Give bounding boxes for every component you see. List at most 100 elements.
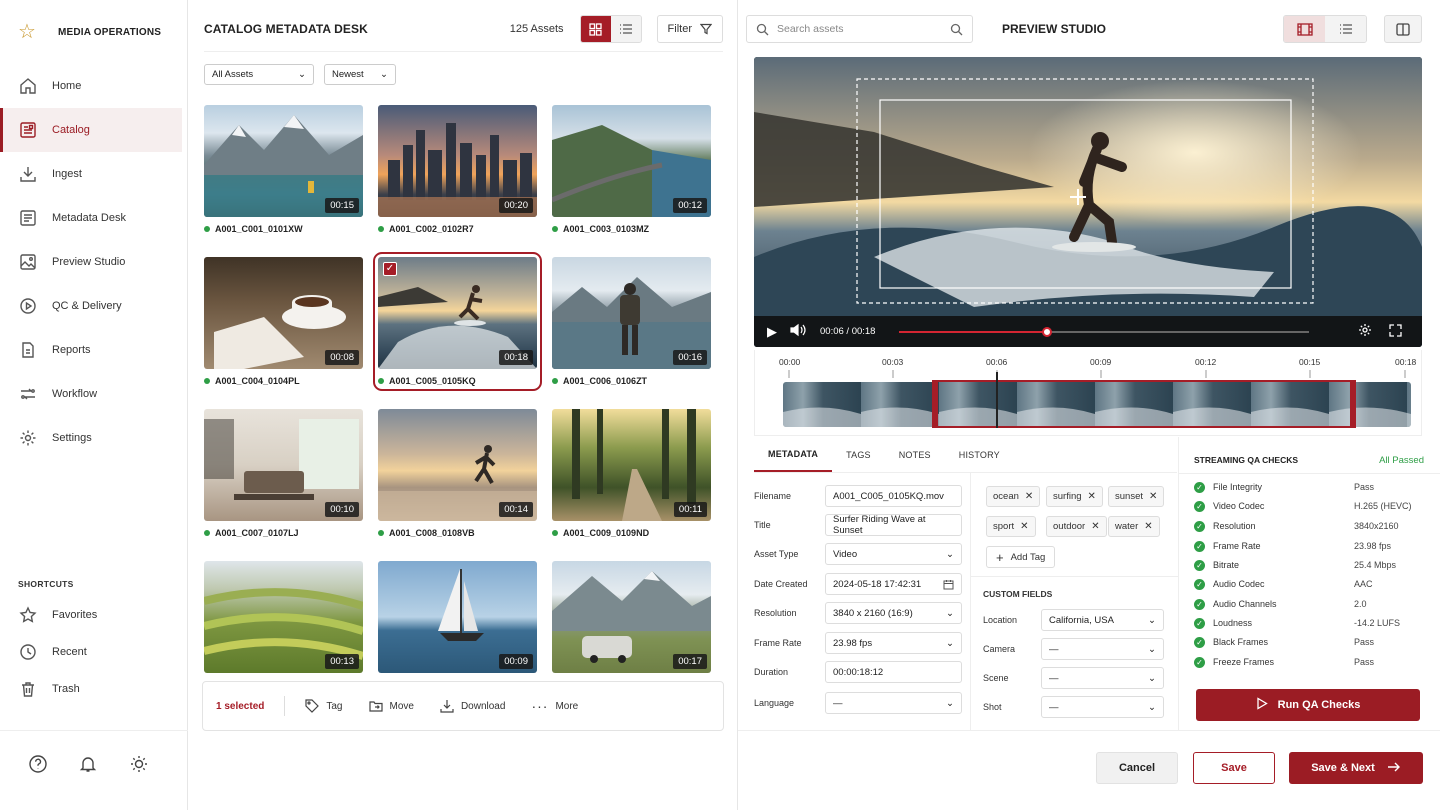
filename-input[interactable]: A001_C005_0105KQ.mov bbox=[825, 485, 962, 507]
check-circle-icon: ✓ bbox=[1194, 481, 1205, 493]
camera-select[interactable]: — ⌄ bbox=[1041, 638, 1164, 660]
trim-handle-right[interactable] bbox=[1350, 380, 1356, 428]
duration-input[interactable]: 00:00:18:12 bbox=[825, 661, 962, 683]
asset-card-selected[interactable]: ✓ 00:18 A001_C005_0105KQ bbox=[373, 252, 542, 391]
move-button[interactable]: Move bbox=[368, 699, 414, 713]
filmstrip-view-button[interactable] bbox=[1284, 16, 1325, 42]
sidebar-item-reports[interactable]: Reports bbox=[0, 328, 188, 372]
qa-check-name: Audio Codec bbox=[1213, 579, 1265, 589]
field-value: California, USA bbox=[1049, 614, 1114, 626]
gear-icon bbox=[18, 428, 38, 448]
progress-bar[interactable] bbox=[899, 326, 1310, 337]
shortcut-favorites[interactable]: Favorites bbox=[0, 596, 188, 633]
asset-card[interactable]: 00:09 bbox=[378, 561, 537, 673]
close-icon[interactable]: ✕ bbox=[1088, 491, 1096, 502]
playhead[interactable] bbox=[996, 372, 998, 428]
asset-card[interactable]: 00:10 A001_C007_0107LJ bbox=[204, 409, 363, 538]
location-select[interactable]: California, USA ⌄ bbox=[1041, 609, 1164, 631]
list-view-button[interactable] bbox=[610, 16, 641, 42]
checkbox-checked[interactable]: ✓ bbox=[383, 262, 397, 276]
tab-history[interactable]: HISTORY bbox=[945, 437, 1014, 472]
add-tag-button[interactable]: + Add Tag bbox=[986, 546, 1056, 568]
sidebar-item-settings[interactable]: Settings bbox=[0, 416, 188, 460]
language-select[interactable]: — ⌄ bbox=[825, 692, 962, 714]
asset-card[interactable]: 00:20 A001_C002_0102R7 bbox=[378, 105, 537, 234]
timeline-tick: 00:15 bbox=[1299, 357, 1321, 367]
grid-view-button[interactable] bbox=[580, 16, 611, 42]
sidebar-item-catalog[interactable]: Catalog bbox=[0, 108, 182, 152]
video-player[interactable]: ▶ 00:06 / 00:18 bbox=[754, 57, 1422, 347]
help-icon[interactable] bbox=[27, 753, 49, 775]
close-icon[interactable]: ✕ bbox=[1144, 521, 1152, 532]
filter-button[interactable]: Filter bbox=[656, 15, 723, 43]
search-input[interactable] bbox=[777, 23, 942, 35]
qa-check-result: Pass bbox=[1354, 657, 1375, 667]
asset-card[interactable]: 00:11 A001_C009_0109ND bbox=[552, 409, 711, 538]
scene-select[interactable]: — ⌄ bbox=[1041, 667, 1164, 689]
field-value: — bbox=[1049, 643, 1059, 655]
asset-card[interactable]: 00:14 A001_C008_0108VB bbox=[378, 409, 537, 538]
save-button[interactable]: Save bbox=[1193, 752, 1275, 784]
catalog-header: CATALOG METADATA DESK 125 Assets Filter bbox=[204, 15, 723, 43]
bell-icon[interactable] bbox=[77, 753, 99, 775]
sort-dropdown[interactable]: Newest ⌄ bbox=[324, 64, 396, 85]
sun-icon[interactable] bbox=[128, 753, 150, 775]
tab-notes[interactable]: NOTES bbox=[885, 437, 945, 472]
asset-type-select[interactable]: Video ⌄ bbox=[825, 543, 962, 565]
asset-name: A001_C001_0101XW bbox=[215, 224, 303, 234]
more-button[interactable]: ··· More bbox=[531, 698, 578, 714]
close-icon[interactable]: ✕ bbox=[1025, 491, 1033, 502]
date-created-input[interactable]: 2024-05-18 17:42:31 bbox=[825, 573, 962, 595]
asset-card[interactable]: 00:16 A001_C006_0106ZT bbox=[552, 257, 711, 386]
shortcut-label: Favorites bbox=[52, 608, 98, 621]
asset-card[interactable]: 00:08 A001_C004_0104PL bbox=[204, 257, 363, 386]
qa-check-name: Audio Channels bbox=[1213, 599, 1277, 609]
tab-metadata[interactable]: METADATA bbox=[754, 437, 833, 472]
shortcut-recent[interactable]: Recent bbox=[0, 633, 188, 670]
download-button[interactable]: Download bbox=[440, 699, 505, 713]
tab-tags[interactable]: TAGS bbox=[832, 437, 885, 472]
asset-card[interactable]: 00:12 A001_C003_0103MZ bbox=[552, 105, 711, 234]
asset-label: A001_C007_0107LJ bbox=[204, 528, 363, 538]
tag-button[interactable]: Tag bbox=[305, 699, 343, 713]
list-view-button[interactable] bbox=[1325, 16, 1366, 42]
asset-card[interactable]: 00:15 A001_C001_0101XW bbox=[204, 105, 363, 234]
sidebar-item-preview-studio[interactable]: Preview Studio bbox=[0, 240, 188, 284]
asset-card[interactable]: 00:13 bbox=[204, 561, 363, 673]
frame-rate-select[interactable]: 23.98 fps ⌄ bbox=[825, 632, 962, 654]
qa-check-result: Pass bbox=[1354, 637, 1375, 647]
sidebar-item-home[interactable]: Home bbox=[0, 64, 188, 108]
asset-filter-dropdown[interactable]: All Assets ⌄ bbox=[204, 64, 314, 85]
fullscreen-icon[interactable] bbox=[1389, 323, 1403, 340]
shortcut-trash[interactable]: Trash bbox=[0, 670, 188, 707]
volume-icon[interactable] bbox=[790, 323, 806, 340]
close-icon[interactable]: ✕ bbox=[1091, 521, 1099, 532]
gear-icon[interactable] bbox=[1358, 323, 1372, 340]
close-icon[interactable]: ✕ bbox=[1020, 521, 1028, 532]
duration-badge: 00:15 bbox=[325, 198, 359, 213]
close-icon[interactable]: ✕ bbox=[1149, 491, 1157, 502]
asset-card[interactable]: 00:17 bbox=[552, 561, 711, 673]
resolution-select[interactable]: 3840 x 2160 (16:9) ⌄ bbox=[825, 602, 962, 624]
trim-handle-left[interactable] bbox=[932, 380, 938, 428]
sidebar-item-metadata-desk[interactable]: Metadata Desk bbox=[0, 196, 188, 240]
field-label: Duration bbox=[754, 667, 789, 677]
selection-bar: 1 selected Tag Move Download ··· More bbox=[202, 681, 724, 731]
title-input[interactable]: Surfer Riding Wave at Sunset bbox=[825, 514, 962, 536]
qa-check-name: Black Frames bbox=[1213, 637, 1269, 647]
panel-toggle-button[interactable] bbox=[1384, 15, 1422, 43]
progress-handle[interactable] bbox=[1042, 326, 1053, 337]
qa-check-result: AAC bbox=[1354, 579, 1373, 589]
shot-select[interactable]: — ⌄ bbox=[1041, 696, 1164, 718]
save-next-button[interactable]: Save & Next bbox=[1289, 752, 1423, 784]
play-button[interactable]: ▶ bbox=[767, 324, 777, 340]
duration-badge: 00:09 bbox=[499, 654, 533, 669]
asset-label: A001_C002_0102R7 bbox=[378, 224, 537, 234]
run-qa-button[interactable]: Run QA Checks bbox=[1196, 689, 1420, 721]
field-label: Shot bbox=[983, 702, 1002, 712]
sidebar-item-ingest[interactable]: Ingest bbox=[0, 152, 188, 196]
sidebar-item-qc-delivery[interactable]: QC & Delivery bbox=[0, 284, 188, 328]
cancel-button[interactable]: Cancel bbox=[1096, 752, 1178, 784]
folder-move-icon bbox=[368, 701, 383, 712]
sidebar-item-workflow[interactable]: Workflow bbox=[0, 372, 188, 416]
